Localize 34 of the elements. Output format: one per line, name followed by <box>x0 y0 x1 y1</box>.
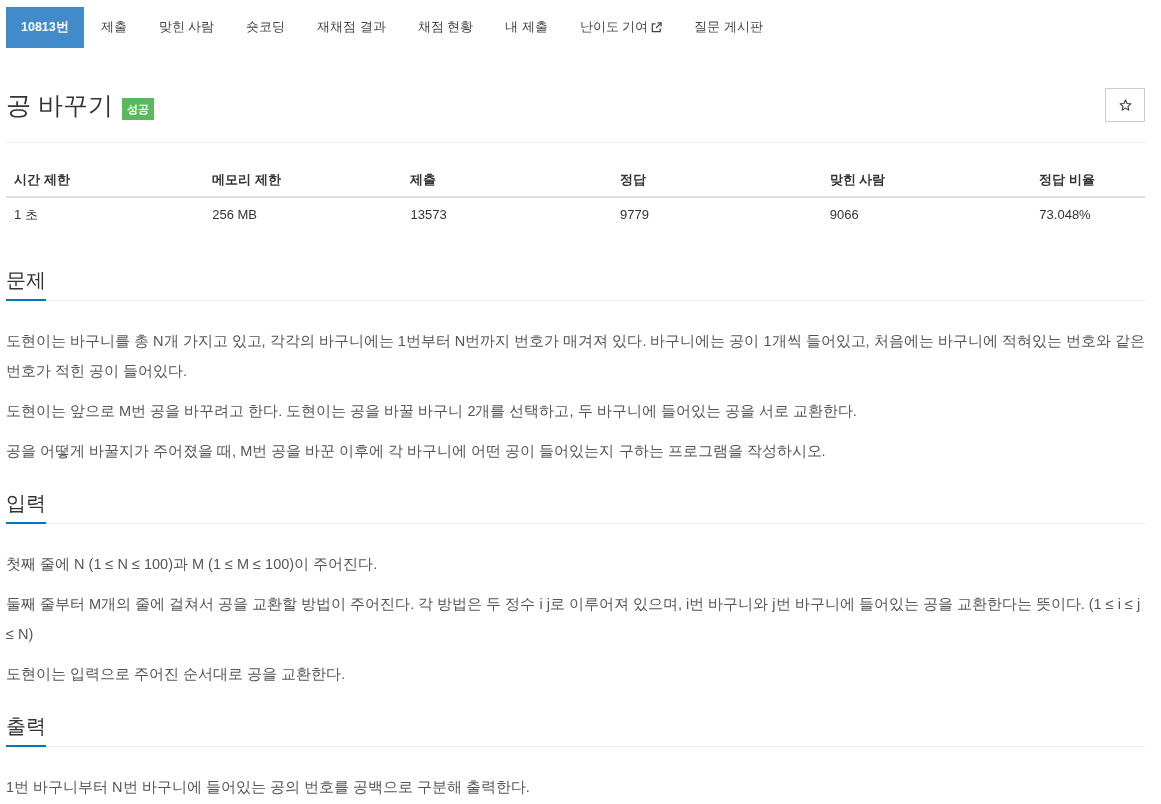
star-button[interactable] <box>1105 88 1145 122</box>
paragraph: 공을 어떻게 바꿀지가 주어졌을 때, M번 공을 바꾼 이후에 각 바구니에 어떤 공이 들어있는지 구하는 프로그램을 작성하시오. <box>6 442 827 461</box>
table-cell: 256 MB <box>204 197 403 232</box>
nav-tab[interactable]: 10813번 <box>6 7 84 48</box>
column-header: 맞힌 사람 <box>821 164 1032 197</box>
nav-tab[interactable]: 재채점 결과 <box>302 7 401 48</box>
table-cell: 13573 <box>402 197 613 232</box>
table-cell: 73.048% <box>1031 197 1145 232</box>
section-heading: 출력 <box>6 711 46 747</box>
table-cell: 9066 <box>821 197 1032 232</box>
nav-tab[interactable]: 채점 현황 <box>402 7 489 48</box>
nav-tab[interactable]: 맞힌 사람 <box>143 7 230 48</box>
problem-title: 공 바꾸기 <box>6 90 113 121</box>
column-header: 정답 <box>612 164 822 197</box>
nav-tab[interactable]: 내 제출 <box>490 7 563 48</box>
paragraph: 도현이는 바구니를 총 N개 가지고 있고, 각각의 바구니에는 1번부터 N번까지 번호가 매겨져 있다. 바구니에는 공이 1개씩 들어있고, 처음에는 바구니에 적혀있는 번호와 같은 번호가 적힌 공이 들어있다. <box>6 332 1145 381</box>
nav-tab[interactable]: 숏코딩 <box>231 7 301 48</box>
table-cell: 9779 <box>612 197 822 232</box>
status-badge: 성공 <box>121 98 154 120</box>
paragraph: 둘째 줄부터 M개의 줄에 걸쳐서 공을 교환할 방법이 주어진다. 각 방법은 두 정수 i j로 이루어져 있으며, i번 바구니와 j번 바구니에 들어있는 공을 교환한다는 뜻이다. (1 ≤ i ≤ j ≤ N) <box>6 595 1142 644</box>
paragraph: 1번 바구니부터 N번 바구니에 들어있는 공의 번호를 공백으로 구분해 출력한다. <box>6 778 531 797</box>
column-header: 정답 비율 <box>1031 164 1145 197</box>
nav-tab[interactable]: 질문 게시판 <box>679 7 778 48</box>
column-header: 메모리 제한 <box>204 164 403 197</box>
paragraph: 첫째 줄에 N (1 ≤ N ≤ 100)과 M (1 ≤ M ≤ 100)이 주어진다. <box>6 555 379 574</box>
paragraph: 도현이는 앞으로 M번 공을 바꾸려고 한다. 도현이는 공을 바꿀 바구니 2개를 선택하고, 두 바구니에 들어있는 공을 서로 교환한다. <box>6 402 858 421</box>
nav-tab[interactable]: 제출 <box>85 7 142 48</box>
paragraph: 도현이는 입력으로 주어진 순서대로 공을 교환한다. <box>6 665 347 684</box>
section-heading: 입력 <box>6 488 46 524</box>
column-header: 제출 <box>402 164 613 197</box>
section-heading: 문제 <box>6 265 46 301</box>
table-cell: 1 초 <box>6 197 205 232</box>
nav-tab[interactable]: 난이도 기여 <box>564 7 678 48</box>
column-header: 시간 제한 <box>6 164 205 197</box>
